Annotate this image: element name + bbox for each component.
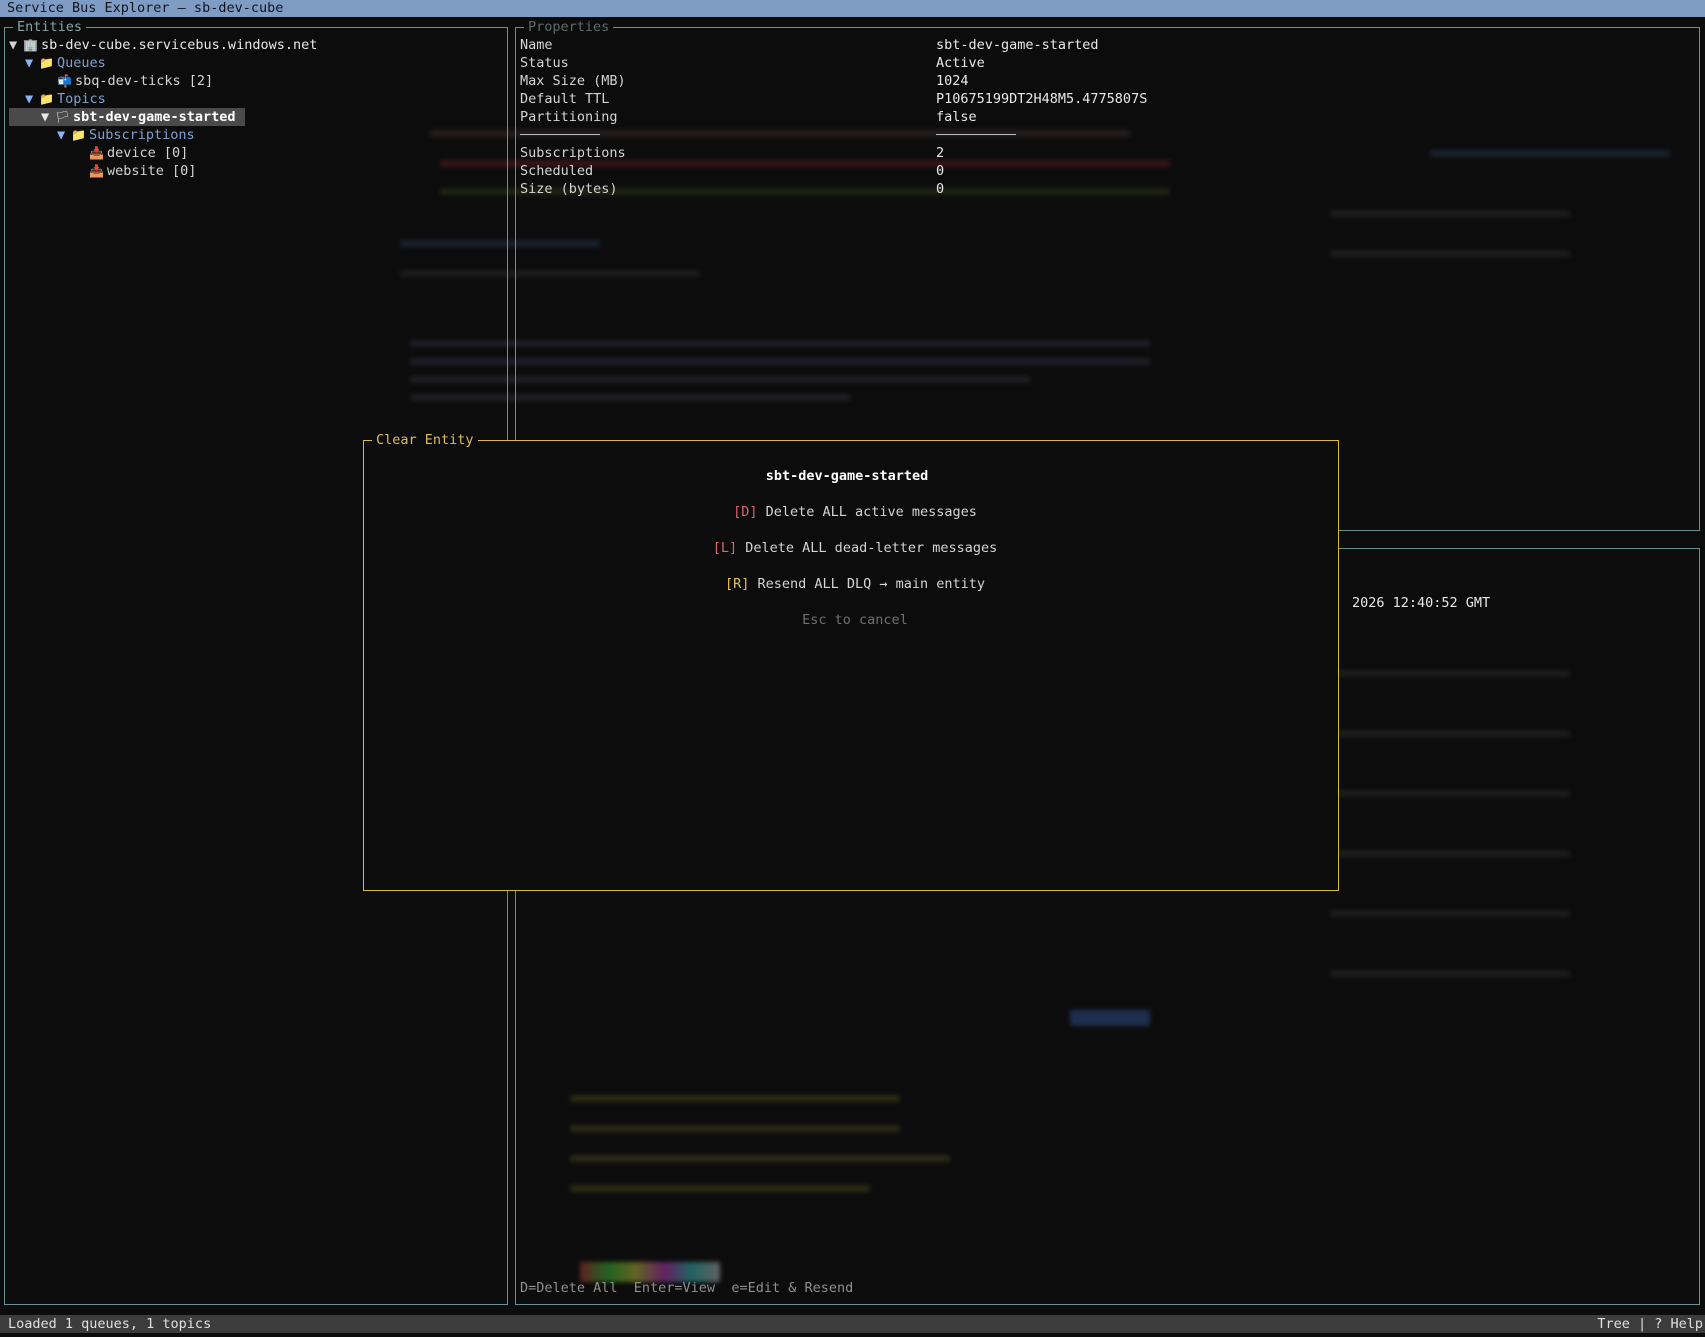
prop-row: Name sbt-dev-game-started: [520, 36, 1220, 54]
folder-icon: 📁: [71, 128, 86, 142]
prop-value: 0: [936, 181, 945, 197]
folder-icon: 📁: [39, 92, 54, 106]
prop-row: Status Active: [520, 54, 1220, 72]
prop-row: Partitioning false: [520, 108, 1220, 126]
tree-sub-website-label: website [0]: [107, 163, 197, 179]
option-delete-active-label: Delete ALL active messages: [765, 504, 977, 520]
background-timestamp: 2026 12:40:52 GMT: [1352, 595, 1491, 611]
inbox-icon: 📥: [89, 146, 104, 160]
tree-namespace-label: sb-dev-cube.servicebus.windows.net: [41, 37, 318, 53]
prop-value: Active: [936, 55, 985, 71]
messages-hint: D=Delete All Enter=View e=Edit & Resend: [520, 1280, 854, 1296]
prop-value: P10675199DT2H48M5.4775807S: [936, 91, 1148, 107]
tree-subscriptions-folder[interactable]: ▼ 📁 Subscriptions: [57, 126, 195, 144]
prop-key: Scheduled: [520, 163, 594, 179]
inbox-icon: 📥: [89, 164, 104, 178]
prop-key: Size (bytes): [520, 181, 618, 197]
prop-key: Max Size (MB): [520, 73, 626, 89]
prop-value: false: [936, 109, 977, 125]
prop-row: Max Size (MB) 1024: [520, 72, 1220, 90]
expand-arrow-icon[interactable]: ▼: [57, 126, 71, 144]
flag-icon: 🏳: [55, 110, 71, 124]
tree-namespace[interactable]: ▼ 🏢 sb-dev-cube.servicebus.windows.net: [9, 36, 317, 54]
expand-arrow-icon[interactable]: ▼: [25, 90, 39, 108]
prop-row: Subscriptions 2: [520, 144, 1220, 162]
expand-arrow-icon[interactable]: ▼: [41, 108, 55, 126]
option-delete-deadletter-label: Delete ALL dead-letter messages: [745, 540, 998, 556]
prop-value: sbt-dev-game-started: [936, 37, 1099, 53]
prop-separator: [520, 125, 1220, 143]
mailbox-icon: 📬: [57, 74, 72, 88]
tree-topic-item[interactable]: ▼ 🏳 sbt-dev-game-started: [9, 108, 245, 126]
prop-row: Scheduled 0: [520, 162, 1220, 180]
status-left: Loaded 1 queues, 1 topics: [8, 1316, 212, 1332]
option-resend-dlq[interactable]: [R] Resend ALL DLQ → main entity: [368, 575, 1342, 593]
tree-topics-folder[interactable]: ▼ 📁 Topics: [25, 90, 106, 108]
cancel-hint[interactable]: Esc to cancel: [368, 611, 1342, 629]
prop-row: Default TTL P10675199DT2H48M5.4775807S: [520, 90, 1220, 108]
expand-arrow-icon[interactable]: ▼: [25, 54, 39, 72]
option-delete-deadletter-key: [L]: [712, 540, 738, 556]
tree-subscriptions-label: Subscriptions: [89, 127, 195, 143]
tree-queue-item[interactable]: 📬 sbq-dev-ticks [2]: [57, 72, 213, 90]
prop-key: Partitioning: [520, 109, 618, 125]
prop-value: 1024: [936, 73, 969, 89]
dialog-title: Clear Entity: [372, 432, 478, 448]
status-bar: Loaded 1 queues, 1 topics Tree | ? Help: [0, 1315, 1705, 1333]
clear-entity-dialog: Clear Entity sbt-dev-game-started [D] De…: [363, 432, 1342, 891]
tree-topics-label: Topics: [57, 91, 106, 107]
tree-topic-label: sbt-dev-game-started: [73, 109, 236, 125]
tree-sub-website[interactable]: 📥 website [0]: [89, 162, 196, 180]
entities-panel-title: Entities: [13, 19, 87, 35]
option-delete-active[interactable]: [D] Delete ALL active messages: [368, 503, 1342, 521]
prop-value: 0: [936, 163, 945, 179]
prop-key: Subscriptions: [520, 145, 626, 161]
expand-arrow-icon[interactable]: ▼: [9, 36, 23, 54]
folder-icon: 📁: [39, 56, 54, 70]
option-resend-dlq-key: [R]: [724, 576, 750, 592]
status-right: Tree | ? Help: [1597, 1316, 1703, 1332]
tree-sub-device[interactable]: 📥 device [0]: [89, 144, 188, 162]
prop-value: 2: [936, 145, 945, 161]
prop-key: Name: [520, 37, 553, 53]
prop-key: Default TTL: [520, 91, 610, 107]
tree-queues-label: Queues: [57, 55, 106, 71]
option-delete-active-key: [D]: [733, 504, 758, 520]
server-icon: 🏢: [23, 38, 38, 52]
option-resend-dlq-label: Resend ALL DLQ → main entity: [757, 576, 986, 592]
prop-key: Status: [520, 55, 569, 71]
prop-row: Size (bytes) 0: [520, 180, 1220, 198]
tree-queues-folder[interactable]: ▼ 📁 Queues: [25, 54, 106, 72]
properties-panel-title: Properties: [524, 19, 614, 35]
dialog-entity-name: sbt-dev-game-started: [765, 468, 929, 484]
tree-queue-label: sbq-dev-ticks [2]: [75, 73, 214, 89]
option-delete-deadletter[interactable]: [L] Delete ALL dead-letter messages: [368, 539, 1342, 557]
window-title: Service Bus Explorer — sb-dev-cube: [0, 0, 1705, 17]
tree-sub-device-label: device [0]: [107, 145, 189, 161]
